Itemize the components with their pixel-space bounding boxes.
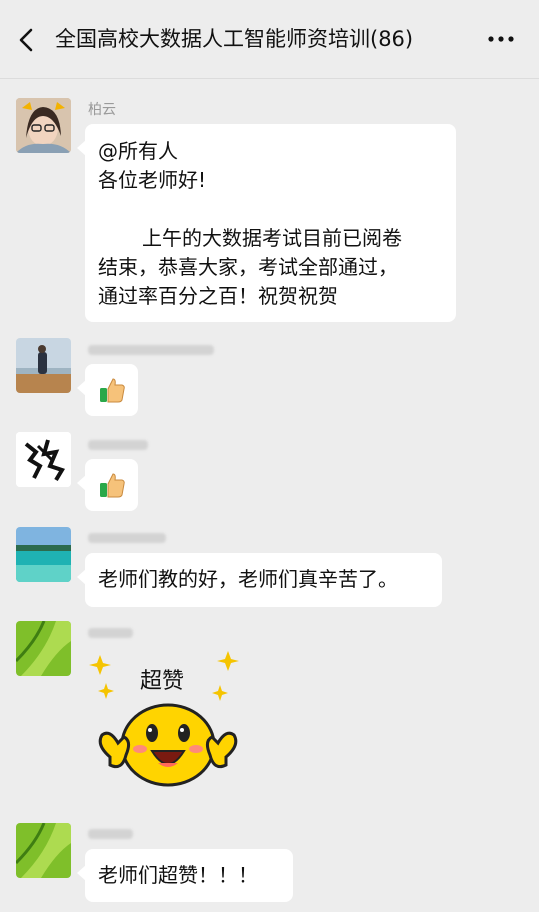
avatar[interactable] xyxy=(16,527,71,582)
sender-name-blurred xyxy=(88,345,214,355)
sender-name-blurred xyxy=(88,829,133,839)
message-text: 老师们教的好，老师们真辛苦了。 xyxy=(98,567,398,591)
thumbs-up-icon xyxy=(100,378,125,403)
sender-name: 柏云 xyxy=(88,102,116,118)
message-bubble[interactable]: 老师们教的好，老师们真辛苦了。 xyxy=(77,553,442,607)
avatar[interactable] xyxy=(16,432,71,487)
message-bubble[interactable] xyxy=(77,459,138,511)
sticker-text: 超赞 xyxy=(140,669,185,694)
message-line: 结束，恭喜大家，考试全部通过， xyxy=(98,255,398,279)
avatar[interactable] xyxy=(16,823,71,878)
message-bubble[interactable] xyxy=(77,364,138,416)
avatar[interactable] xyxy=(16,98,71,153)
sticker-message[interactable]: 超赞 xyxy=(88,645,248,805)
message-line: @所有人 xyxy=(98,139,178,163)
sender-name-blurred xyxy=(88,628,133,638)
message-line: 各位老师好! xyxy=(98,168,207,192)
message-line: 上午的大数据考试目前已阅卷 xyxy=(142,226,402,250)
avatar[interactable] xyxy=(16,621,71,676)
back-arrow-icon[interactable] xyxy=(14,27,40,53)
thumbs-up-icon xyxy=(100,473,125,498)
message-line: 通过率百分之百！祝贺祝贺 xyxy=(98,284,338,308)
message-bubble[interactable]: 老师们超赞！！！ xyxy=(77,849,293,902)
sender-name-blurred xyxy=(88,533,166,543)
avatar[interactable] xyxy=(16,338,71,393)
chat-header: 全国高校大数据人工智能师资培训(86) xyxy=(0,0,539,79)
message-line xyxy=(98,195,456,224)
more-dots-icon[interactable] xyxy=(487,26,515,52)
sender-name-blurred xyxy=(88,440,148,450)
chat-title: 全国高校大数据人工智能师资培训(86) xyxy=(55,27,414,51)
message-bubble[interactable]: @所有人 各位老师好! 上午的大数据考试目前已阅卷 结束，恭喜大家，考试全部通过… xyxy=(77,124,456,322)
message-text: 老师们超赞！！！ xyxy=(98,863,258,887)
